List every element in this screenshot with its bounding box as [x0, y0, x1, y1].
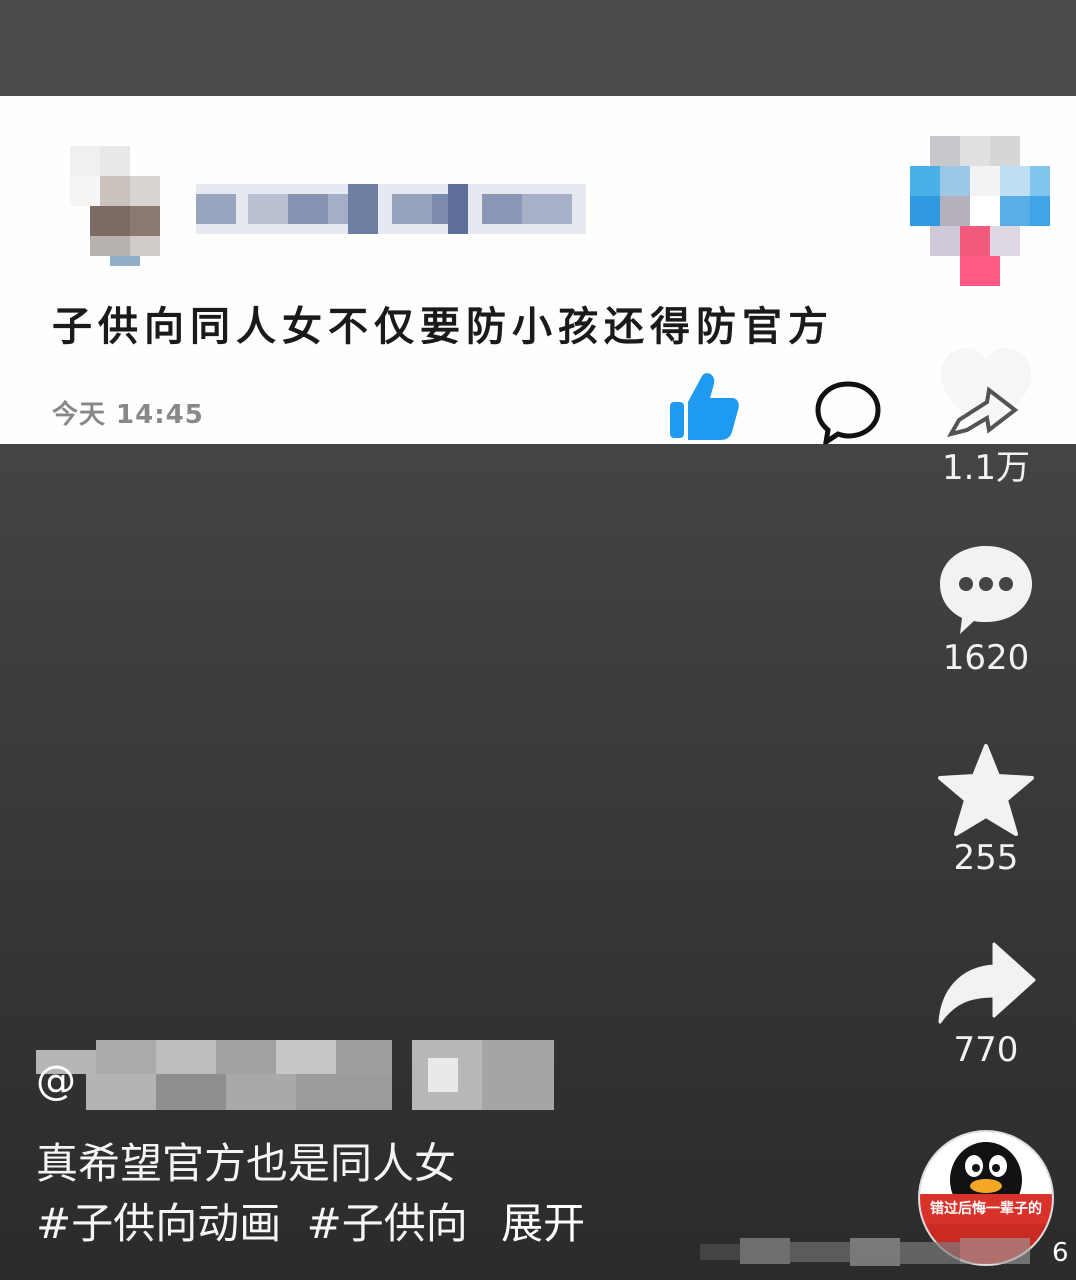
hashtag-link[interactable]: #子供向	[307, 1199, 468, 1248]
comment-count: 1620	[942, 638, 1030, 678]
favorite-count: 255	[953, 838, 1019, 878]
post-timestamp: 今天 14:45	[52, 400, 204, 430]
like-count: 1.1万	[941, 448, 1031, 488]
embedded-post-card: 子供向同人女不仅要防小孩还得防官方 今天 14:45	[0, 96, 1076, 444]
star-icon	[938, 744, 1034, 836]
share-action[interactable]: 770	[926, 940, 1046, 1070]
author-at-sign[interactable]: @	[36, 1058, 76, 1104]
top-bar	[0, 0, 1076, 96]
avatar-banner: 错过后悔一辈子的	[920, 1194, 1052, 1224]
like-action[interactable]: 1.1万	[926, 340, 1046, 489]
hashtag-link[interactable]: #子供向动画	[36, 1199, 281, 1248]
penguin-icon	[950, 1142, 1022, 1202]
comment-bubble-icon	[940, 546, 1032, 634]
favorite-action[interactable]: 255	[926, 742, 1046, 878]
hashtag-row: #子供向动画 #子供向 展开	[36, 1190, 597, 1251]
blurred-avatar	[70, 146, 160, 266]
speech-bubble-icon[interactable]	[814, 380, 882, 444]
share-arrow-icon	[938, 942, 1036, 1024]
expand-button[interactable]: 展开	[501, 1199, 585, 1248]
post-text: 子供向同人女不仅要防小孩还得防官方	[52, 304, 834, 350]
share-count: 770	[953, 1030, 1019, 1070]
blurred-sticker	[910, 136, 1050, 286]
blurred-author-name	[36, 1040, 554, 1110]
corner-digit: 6	[1052, 1238, 1069, 1268]
blurred-music-ticker	[700, 1238, 1030, 1266]
video-caption: 真希望官方也是同人女	[36, 1139, 457, 1188]
thumbs-up-icon[interactable]	[668, 372, 740, 442]
blurred-username	[196, 184, 586, 234]
comment-action[interactable]: 1620	[926, 542, 1046, 678]
heart-icon	[941, 348, 1031, 438]
